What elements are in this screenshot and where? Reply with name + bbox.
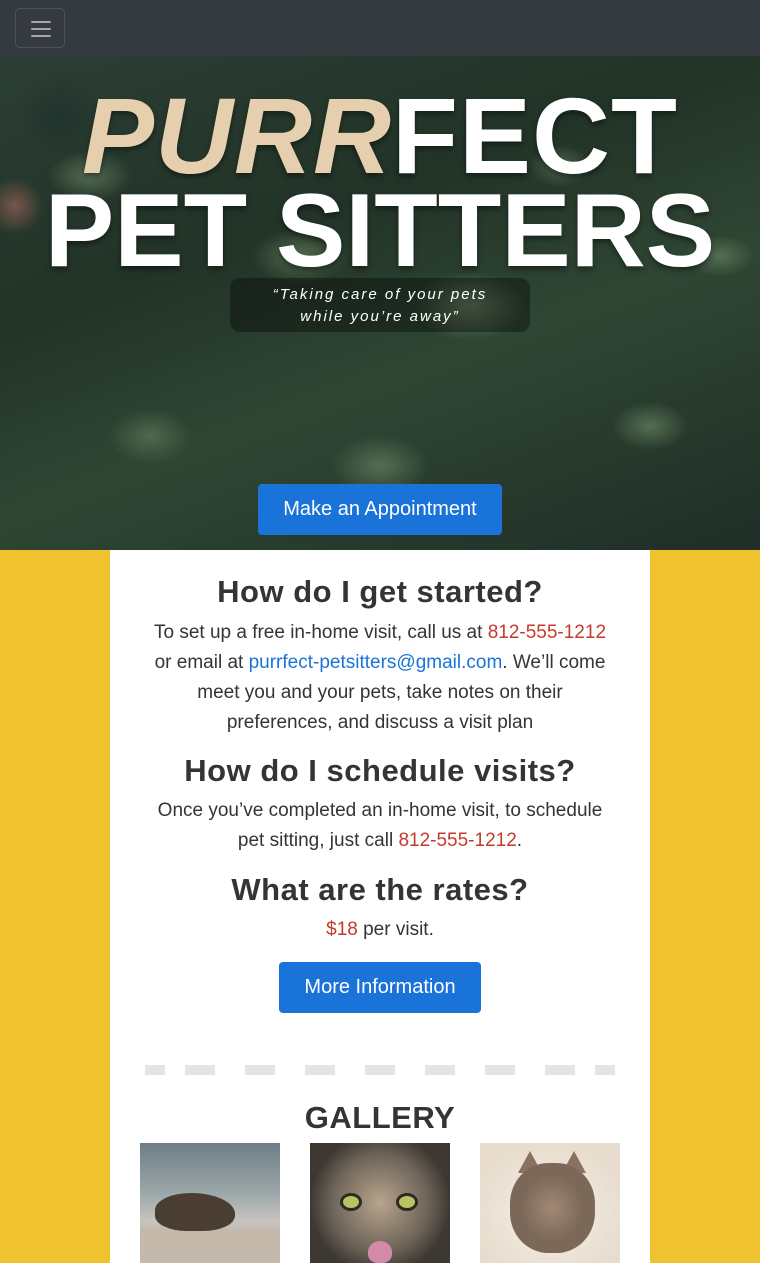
get-started-heading: How do I get started? [217, 574, 543, 609]
divider-dash [245, 1065, 275, 1075]
hero-title-line2: PET SITTERS [44, 173, 716, 289]
divider-dash [305, 1065, 335, 1075]
gallery-image-kitten[interactable] [480, 1143, 620, 1263]
rates-text: $18 per visit. [150, 915, 610, 945]
hamburger-menu-icon [31, 21, 51, 23]
divider-dash [185, 1065, 215, 1075]
get-started-text: To set up a free in-home visit, call us … [150, 618, 610, 738]
menu-toggle-button[interactable] [15, 8, 65, 48]
cat-nose [368, 1241, 392, 1263]
schedule-heading: How do I schedule visits? [184, 753, 576, 788]
navbar [0, 0, 760, 56]
cat-eye [340, 1193, 362, 1211]
phone-number: 812-555-1212 [398, 830, 517, 851]
gallery-heading: GALLERY [304, 1100, 456, 1135]
hamburger-menu-icon [31, 35, 51, 37]
started-text-2: or email at [154, 652, 249, 673]
divider-dash [485, 1065, 515, 1075]
hero-tagline: “Taking care of your pets while you’re a… [230, 278, 530, 332]
schedule-text-1: Once you’ve completed an in-home visit, … [157, 800, 603, 851]
hero-section: PURRFECT PET SITTERS “Taking care of you… [0, 56, 760, 550]
phone-number: 812-555-1212 [487, 622, 607, 643]
divider-dash [425, 1065, 455, 1075]
dashed-divider [145, 1065, 615, 1075]
cat-eye [396, 1193, 418, 1211]
rates-suffix: per visit. [357, 919, 434, 940]
divider-dash [145, 1065, 165, 1075]
started-text-1: To set up a free in-home visit, call us … [153, 622, 488, 643]
bench-shape [140, 1228, 280, 1263]
schedule-text: Once you’ve completed an in-home visit, … [150, 796, 610, 856]
rates-heading: What are the rates? [231, 872, 529, 907]
more-information-button[interactable]: More Information [279, 962, 481, 1013]
tagline-line1: “Taking care of your pets [272, 286, 488, 303]
gallery-image-tabby-cat[interactable] [310, 1143, 450, 1263]
gallery-image-cat-on-bench[interactable] [140, 1143, 280, 1263]
price: $18 [326, 919, 358, 940]
hero-title-line1: PURRFECT [0, 82, 760, 190]
schedule-text-2: . [516, 830, 523, 851]
divider-dash [595, 1065, 615, 1075]
email-link[interactable]: purrfect-petsitters@gmail.com [249, 652, 503, 673]
tagline-line2: while you’re away” [300, 308, 460, 325]
hamburger-menu-icon [31, 28, 51, 30]
divider-dash [545, 1065, 575, 1075]
make-appointment-button[interactable]: Make an Appointment [258, 484, 502, 535]
info-card: How do I get started? To set up a free i… [110, 550, 650, 1263]
kitten-shape [510, 1163, 595, 1253]
cat-shape [155, 1193, 235, 1231]
divider-dash [365, 1065, 395, 1075]
